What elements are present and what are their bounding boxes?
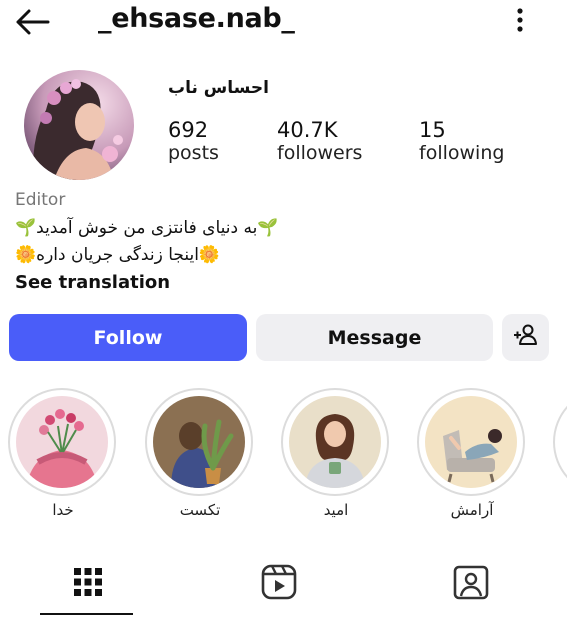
person-plus-icon xyxy=(513,323,539,352)
active-tab-indicator xyxy=(40,613,133,615)
highlight-cover-plant xyxy=(153,396,245,488)
grid-icon xyxy=(68,568,108,606)
stat-following[interactable]: 15 following xyxy=(419,118,504,164)
follow-button[interactable]: Follow xyxy=(9,314,247,361)
highlight-ring xyxy=(281,388,389,496)
highlight-label: خدا xyxy=(52,501,74,519)
highlight-cover-flowers-hug xyxy=(16,396,108,488)
story-highlight[interactable]: امید xyxy=(281,388,391,519)
stat-label: posts xyxy=(168,142,219,164)
tab-reels[interactable] xyxy=(259,562,299,602)
bio-line: 🌼اینجا زندگی جریان داره🌼 xyxy=(15,245,221,265)
stat-value: 15 xyxy=(419,118,446,142)
message-button[interactable]: Message xyxy=(256,314,493,361)
bio-line: 🌱به دنیای فانتزی من خوش آمدید🌱 xyxy=(15,218,279,238)
story-highlight[interactable]: خدا xyxy=(8,388,118,519)
stat-posts[interactable]: 692 posts xyxy=(168,118,219,164)
highlight-label: آرامش xyxy=(450,501,494,519)
stat-label: followers xyxy=(277,142,363,164)
highlight-ring xyxy=(417,388,525,496)
highlight-label: تکست xyxy=(179,501,221,519)
profile-username: _ehsase.nab_ xyxy=(98,3,295,34)
tagged-icon xyxy=(451,565,491,606)
tab-grid[interactable] xyxy=(68,562,108,602)
more-options-icon[interactable] xyxy=(510,6,530,34)
reels-icon xyxy=(259,564,299,606)
suggested-users-button[interactable] xyxy=(502,314,549,361)
back-arrow-icon[interactable] xyxy=(14,8,50,36)
stat-value: 692 xyxy=(168,118,209,142)
highlight-cover-girl-coffee xyxy=(289,396,381,488)
see-translation-link[interactable]: See translation xyxy=(15,272,170,293)
stat-label: following xyxy=(419,142,505,164)
profile-avatar[interactable] xyxy=(24,70,134,180)
highlight-cover-armchair xyxy=(425,396,517,488)
story-highlight[interactable]: آرامش xyxy=(417,388,527,519)
highlight-ring xyxy=(145,388,253,496)
story-highlight[interactable]: تکست xyxy=(145,388,255,519)
story-highlight-partial[interactable] xyxy=(553,388,567,496)
highlight-ring xyxy=(8,388,116,496)
stat-value: 40.7K xyxy=(277,118,338,142)
highlight-label: امید xyxy=(323,501,349,519)
profile-display-name: احساس ناب xyxy=(168,78,269,98)
profile-category: Editor xyxy=(15,190,66,210)
tab-tagged[interactable] xyxy=(451,562,491,602)
stat-followers[interactable]: 40.7K followers xyxy=(277,118,362,164)
